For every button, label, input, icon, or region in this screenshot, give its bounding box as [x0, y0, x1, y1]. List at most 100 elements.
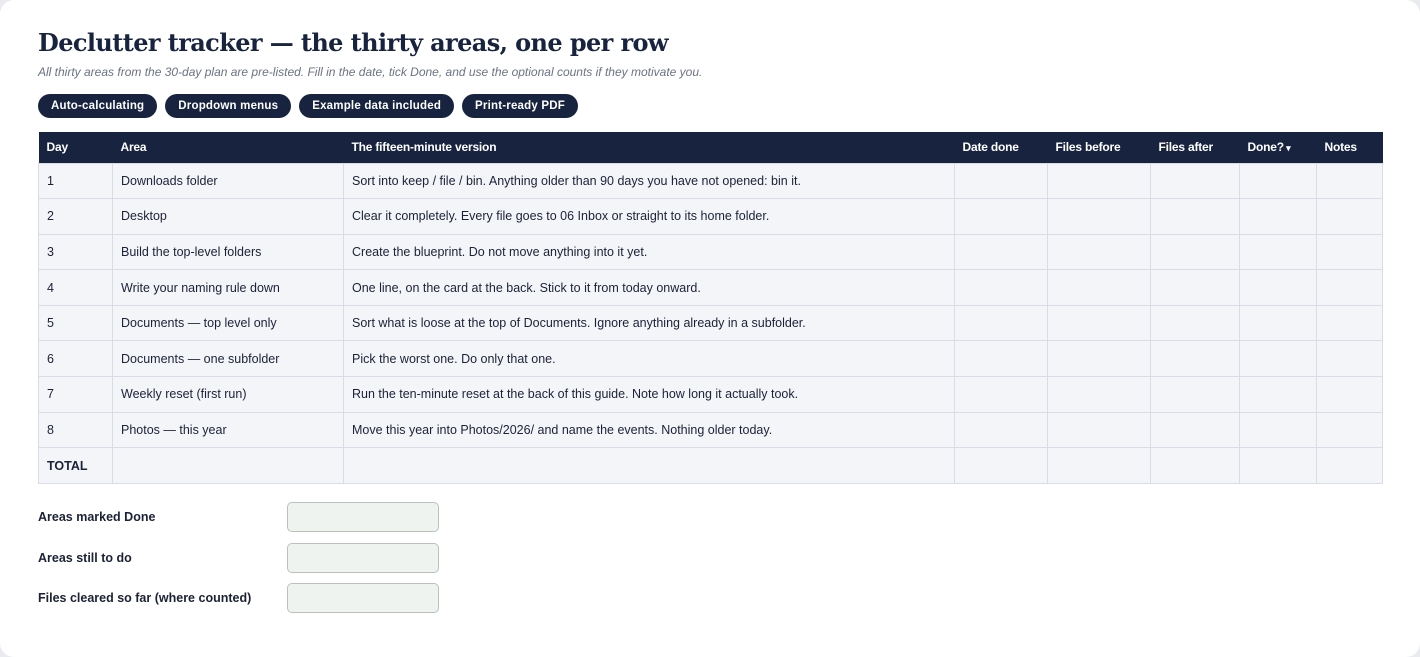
- col-header-notes: Notes: [1316, 132, 1383, 163]
- cell-total-files-after: [1150, 447, 1240, 484]
- cell-done-dropdown[interactable]: [1239, 269, 1317, 306]
- col-header-files-after: Files after: [1150, 132, 1240, 163]
- cell-done-dropdown[interactable]: [1239, 198, 1317, 235]
- cell-files-after[interactable]: [1150, 269, 1240, 306]
- cell-total-files-before: [1047, 447, 1151, 484]
- cell-notes[interactable]: [1316, 411, 1383, 449]
- cell-date-done[interactable]: [954, 411, 1048, 449]
- pill-auto-calculating[interactable]: Auto-calculating: [38, 94, 158, 118]
- cell-files-before[interactable]: [1047, 198, 1151, 235]
- table-row: 7 Weekly reset (first run) Run the ten-min…: [38, 376, 1383, 413]
- cell-area: Desktop: [112, 198, 344, 235]
- cell-total-date-done: [954, 447, 1048, 484]
- cell-files-before[interactable]: [1047, 411, 1151, 449]
- pill-example-data[interactable]: Example data included: [299, 94, 455, 118]
- cell-files-after[interactable]: [1150, 198, 1240, 235]
- cell-notes[interactable]: [1316, 376, 1383, 413]
- cell-done-dropdown[interactable]: [1239, 162, 1317, 200]
- cell-date-done[interactable]: [954, 269, 1048, 306]
- cell-date-done[interactable]: [954, 198, 1048, 235]
- cell-notes[interactable]: [1316, 269, 1383, 306]
- cell-day: 4: [38, 269, 113, 306]
- col-header-area: Area: [112, 132, 344, 163]
- cell-date-done[interactable]: [954, 304, 1048, 342]
- cell-done-dropdown[interactable]: [1239, 233, 1317, 271]
- cell-day: 6: [38, 340, 113, 378]
- feature-pills: Auto-calculating Dropdown menus Example …: [38, 94, 578, 118]
- col-header-done-filter[interactable]: Done?: [1239, 132, 1317, 163]
- cell-day: 1: [38, 162, 113, 200]
- summary-row-todo: Areas still to do: [38, 542, 439, 573]
- cell-total-label: TOTAL: [38, 447, 113, 484]
- cell-date-done[interactable]: [954, 376, 1048, 413]
- summary-label-done: Areas marked Done: [38, 510, 156, 524]
- cell-files-before[interactable]: [1047, 269, 1151, 306]
- cell-area: Weekly reset (first run): [112, 376, 344, 413]
- col-header-day: Day: [38, 132, 113, 163]
- cell-version: Pick the worst one. Do only that one.: [343, 340, 955, 378]
- tracker-card: Declutter tracker — the thirty areas, on…: [0, 0, 1420, 657]
- cell-area: Photos — this year: [112, 411, 344, 449]
- areas-done-output: [287, 502, 439, 532]
- cell-files-before[interactable]: [1047, 233, 1151, 271]
- cell-day: 3: [38, 233, 113, 271]
- cell-notes[interactable]: [1316, 198, 1383, 235]
- cell-area: Documents — top level only: [112, 304, 344, 342]
- table-row: 2 Desktop Clear it completely. Every file …: [38, 198, 1383, 235]
- cell-version: Sort into keep / file / bin. Anything ol…: [343, 162, 955, 200]
- cell-date-done[interactable]: [954, 233, 1048, 271]
- cell-total-done: [1239, 447, 1317, 484]
- col-header-date-done: Date done: [954, 132, 1048, 163]
- pill-print-ready-pdf[interactable]: Print-ready PDF: [462, 94, 578, 118]
- cell-area: Build the top-level folders: [112, 233, 344, 271]
- cell-files-after[interactable]: [1150, 411, 1240, 449]
- cell-files-before[interactable]: [1047, 340, 1151, 378]
- cell-notes[interactable]: [1316, 233, 1383, 271]
- cell-area: Documents — one subfolder: [112, 340, 344, 378]
- cell-done-dropdown[interactable]: [1239, 304, 1317, 342]
- cell-files-before[interactable]: [1047, 376, 1151, 413]
- cell-files-after[interactable]: [1150, 340, 1240, 378]
- cell-area: Downloads folder: [112, 162, 344, 200]
- cell-files-after[interactable]: [1150, 162, 1240, 200]
- cell-date-done[interactable]: [954, 162, 1048, 200]
- col-header-version: The fifteen-minute version: [343, 132, 955, 163]
- table-row: 6 Documents — one subfolder Pick the worst…: [38, 340, 1383, 378]
- cell-total-notes: [1316, 447, 1383, 484]
- cell-notes[interactable]: [1316, 304, 1383, 342]
- table-row: 8 Photos — this year Move this year into P…: [38, 411, 1383, 449]
- cell-day: 5: [38, 304, 113, 342]
- summary-label-files: Files cleared so far (where counted): [38, 591, 252, 605]
- cell-files-after[interactable]: [1150, 304, 1240, 342]
- cell-files-before[interactable]: [1047, 304, 1151, 342]
- page-title: Declutter tracker — the thirty areas, on…: [38, 28, 669, 57]
- cell-done-dropdown[interactable]: [1239, 340, 1317, 378]
- files-cleared-output: [287, 583, 439, 613]
- cell-files-before[interactable]: [1047, 162, 1151, 200]
- areas-todo-output: [287, 542, 439, 573]
- summary-label-todo: Areas still to do: [38, 550, 132, 565]
- cell-version: Clear it completely. Every file goes to …: [343, 198, 955, 235]
- cell-date-done[interactable]: [954, 340, 1048, 378]
- pill-dropdown-menus[interactable]: Dropdown menus: [165, 94, 292, 118]
- col-header-files-before: Files before: [1047, 132, 1151, 163]
- cell-files-after[interactable]: [1150, 376, 1240, 413]
- table-header-row: Day Area The fifteen-minute version Date…: [38, 132, 1383, 163]
- cell-area: Write your naming rule down: [112, 269, 344, 306]
- table-row: 3 Build the top-level folders Create the b…: [38, 233, 1383, 271]
- cell-version: Sort what is loose at the top of Documen…: [343, 304, 955, 342]
- cell-done-dropdown[interactable]: [1239, 411, 1317, 449]
- page-subtitle: All thirty areas from the 30-day plan ar…: [38, 65, 703, 79]
- summary-row-files: Files cleared so far (where counted): [38, 583, 439, 613]
- cell-notes[interactable]: [1316, 162, 1383, 200]
- cell-total-area: [112, 447, 344, 484]
- cell-version: One line, on the card at the back. Stick…: [343, 269, 955, 306]
- table-row: 4 Write your naming rule down One line, on…: [38, 269, 1383, 306]
- cell-notes[interactable]: [1316, 340, 1383, 378]
- tracker-table: Day Area The fifteen-minute version Date…: [38, 132, 1383, 484]
- cell-done-dropdown[interactable]: [1239, 376, 1317, 413]
- cell-total-version: [343, 447, 955, 484]
- summary-row-done: Areas marked Done: [38, 502, 439, 532]
- cell-version: Move this year into Photos/2026/ and nam…: [343, 411, 955, 449]
- cell-files-after[interactable]: [1150, 233, 1240, 271]
